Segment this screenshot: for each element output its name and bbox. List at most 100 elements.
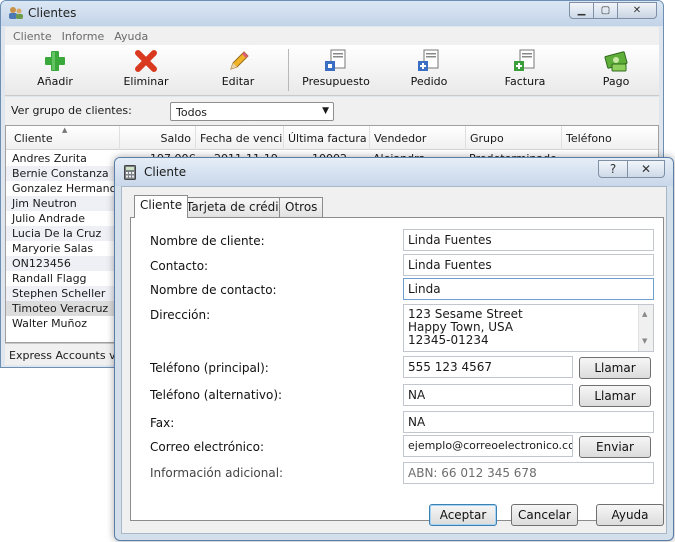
invoice-button[interactable]: Factura [487, 49, 563, 93]
phone-main-field[interactable]: 555 123 4567 [403, 356, 573, 378]
add-label: Añadir [37, 75, 73, 88]
column-header-grupo[interactable]: Grupo [466, 126, 562, 150]
delete-label: Eliminar [123, 75, 169, 88]
menu-informe[interactable]: Informe [62, 30, 105, 43]
quote-label: Presupuesto [302, 75, 370, 88]
window-title: Clientes [28, 6, 77, 20]
table-row[interactable]: Gonzalez Hermanos, ... [6, 181, 118, 196]
maximize-icon: ▢ [600, 5, 611, 16]
column-header-cliente[interactable]: Cliente [6, 126, 120, 150]
phone-main-label: Teléfono (principal): [150, 361, 269, 375]
phone-alt-label: Teléfono (alternativo): [150, 388, 283, 402]
group-filter-value: Todos [176, 106, 208, 119]
payment-button[interactable]: Pago [578, 49, 654, 93]
contact-label: Contacto: [150, 259, 209, 273]
close-icon: ✕ [640, 162, 652, 176]
calculator-icon [124, 165, 136, 180]
dialog-close-button[interactable]: ✕ [627, 160, 665, 178]
invoice-document-icon [514, 49, 535, 71]
call-main-button[interactable]: Llamar [579, 357, 651, 379]
fax-label: Fax: [150, 416, 175, 430]
dialog-body: Cliente Tarjeta de crédito Otros Nombre … [121, 186, 667, 534]
table-row[interactable]: Jim Neutron [6, 196, 118, 211]
delete-x-icon [135, 50, 157, 72]
customer-name-label: Nombre de cliente: [150, 234, 265, 248]
menu-cliente[interactable]: Cliente [13, 30, 52, 43]
table-row[interactable]: Julio Andrade [6, 211, 118, 226]
menu-bar: Cliente Informe Ayuda [5, 27, 659, 45]
edit-label: Editar [221, 75, 255, 88]
address-label: Dirección: [150, 308, 211, 322]
tab-panel-cliente: Nombre de cliente: Linda Fuentes Contact… [130, 217, 664, 521]
extra-info-label: Información adicional: [150, 466, 284, 480]
column-header-telefono[interactable]: Teléfono [562, 126, 658, 150]
accept-button[interactable]: Aceptar [429, 504, 497, 526]
customer-name-field[interactable]: Linda Fuentes [403, 229, 654, 251]
table-row[interactable]: Andres Zurita [6, 151, 118, 166]
address-line-3: 12345-01234 [408, 333, 489, 347]
chevron-down-icon: ▼ [322, 106, 329, 116]
table-row[interactable]: Lucia De la Cruz [6, 226, 118, 241]
fax-field[interactable]: NA [403, 411, 654, 433]
call-alt-button[interactable]: Llamar [579, 385, 651, 407]
phone-alt-field[interactable]: NA [403, 384, 573, 406]
minimize-icon: ▁ [577, 5, 586, 16]
menu-ayuda[interactable]: Ayuda [114, 30, 148, 43]
quote-document-icon [325, 49, 346, 71]
plus-icon [45, 51, 65, 71]
column-header-fecha[interactable]: Fecha de venci... [196, 126, 284, 150]
contact-name-field[interactable]: Linda [403, 278, 654, 300]
cancel-button[interactable]: Cancelar [511, 504, 578, 526]
window-titlebar[interactable]: Clientes ▁ ▢ ✕ [1, 1, 663, 26]
tab-cliente[interactable]: Cliente [134, 195, 189, 218]
column-header-vendedor[interactable]: Vendedor [370, 126, 466, 150]
scroll-up-icon: ▲ [642, 310, 648, 318]
payment-label: Pago [602, 75, 630, 88]
column-header-saldo[interactable]: Saldo [120, 126, 196, 150]
order-document-icon [418, 49, 439, 71]
maximize-button[interactable]: ▢ [593, 2, 618, 19]
group-filter-row: Ver grupo de clientes: Todos ▼ [5, 97, 659, 125]
toolbar: Añadir Eliminar Editar Presupuesto Pedid… [5, 45, 659, 96]
customers-app-icon [9, 7, 23, 19]
tab-otros[interactable]: Otros [279, 197, 324, 217]
email-field[interactable]: ejemplo@correoelectronico.com [403, 435, 573, 457]
group-filter-label: Ver grupo de clientes: [11, 104, 132, 117]
invoice-label: Factura [504, 75, 546, 88]
contact-field[interactable]: Linda Fuentes [403, 254, 654, 276]
quote-button[interactable]: Presupuesto [298, 49, 374, 93]
contact-name-label: Nombre de contacto: [150, 283, 277, 297]
add-button[interactable]: Añadir [17, 49, 93, 93]
dialog-title: Cliente [144, 165, 187, 179]
table-row[interactable]: Stephen Scheller [6, 286, 118, 301]
delete-button[interactable]: Eliminar [108, 49, 184, 93]
table-header: ▲ Cliente Saldo Fecha de venci... Última… [6, 126, 658, 150]
address-field[interactable]: 123 Sesame Street Happy Town, USA 12345-… [403, 304, 654, 352]
table-row[interactable]: Randall Flagg [6, 271, 118, 286]
table-row-selected[interactable]: Timoteo Veracruz [6, 301, 118, 316]
group-filter-select[interactable]: Todos ▼ [170, 102, 334, 121]
send-email-button[interactable]: Enviar [579, 436, 651, 458]
close-button[interactable]: ✕ [617, 2, 657, 19]
order-label: Pedido [410, 75, 448, 88]
dialog-help-button[interactable]: ? [598, 160, 628, 178]
extra-info-field[interactable]: ABN: 66 012 345 678 [403, 462, 654, 484]
toolbar-separator [288, 49, 289, 91]
close-icon: ✕ [632, 5, 642, 16]
dialog-titlebar[interactable]: Cliente ? ✕ [115, 158, 673, 186]
scroll-down-icon: ▼ [642, 337, 648, 345]
minimize-button[interactable]: ▁ [569, 2, 594, 19]
order-button[interactable]: Pedido [391, 49, 467, 93]
table-row[interactable]: ON123456 [6, 256, 118, 271]
table-row[interactable]: Walter Muñoz [6, 316, 118, 331]
customer-dialog: Cliente ? ✕ Cliente Tarjeta de crédito O… [114, 157, 674, 541]
table-row[interactable]: Bernie Constanza [6, 166, 118, 181]
help-button[interactable]: Ayuda [596, 504, 664, 526]
edit-button[interactable]: Editar [200, 49, 276, 93]
pencil-icon [230, 51, 249, 70]
table-row[interactable]: Maryorie Salas [6, 241, 118, 256]
email-label: Correo electrónico: [150, 440, 264, 454]
column-header-ultima-factura[interactable]: Última factura [284, 126, 370, 150]
address-scrollbar[interactable]: ▲ ▼ [638, 305, 653, 351]
question-mark-icon: ? [609, 162, 617, 176]
